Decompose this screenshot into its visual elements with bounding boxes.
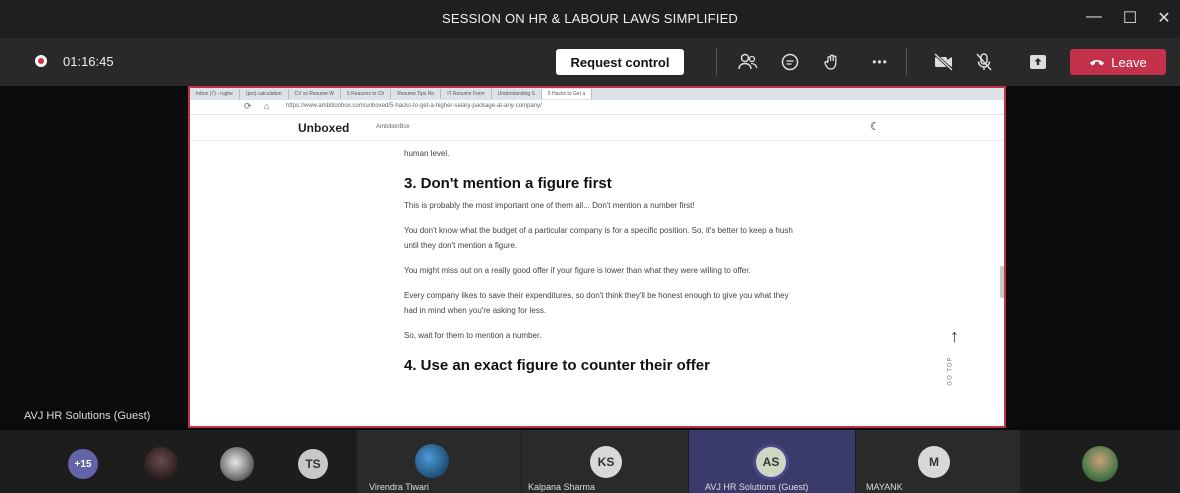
close-button[interactable]: ✕ [1152, 8, 1176, 28]
call-toolbar: 01:16:45 Request control ••• Leave [0, 38, 1180, 86]
request-control-button[interactable]: Request control [556, 49, 684, 75]
participant-tile[interactable]: Virendra Tiwari [357, 430, 521, 493]
article-body: human level. 3. Don't mention a figure f… [404, 140, 794, 374]
avatar: TS [298, 449, 328, 479]
presenter-name: AVJ HR Solutions (Guest) [24, 410, 151, 422]
browser-tab: CV vs Resume W [289, 89, 341, 99]
browser-tab: (pro) calculation [240, 89, 289, 99]
go-top-label: GO TOP [947, 356, 954, 386]
go-top-widget: ↑ GO TOP [940, 326, 970, 392]
participant-tile-speaking[interactable]: AS AVJ HR Solutions (Guest) [689, 430, 855, 493]
browser-tab: Resume Tips Ro [391, 89, 442, 99]
raise-hand-icon[interactable] [820, 51, 844, 73]
browser-tab-active: 5 Hacks to Get a [541, 89, 593, 99]
arrow-up-icon: ↑ [950, 326, 959, 346]
participant-tile[interactable]: TS [294, 430, 350, 493]
toolbar-divider [906, 48, 907, 76]
leave-label: Leave [1111, 54, 1147, 70]
article-heading: 3. Don't mention a figure first [404, 175, 612, 192]
participant-name: AVJ HR Solutions (Guest) [705, 482, 809, 492]
avatar [144, 447, 178, 481]
people-icon[interactable] [736, 51, 760, 73]
browser-tab: 5 Reasons to Ch [341, 89, 392, 99]
leave-button[interactable]: Leave [1070, 49, 1166, 75]
article-paragraph: You don't know what the budget of a part… [404, 226, 793, 250]
article-paragraph: This is probably the most important one … [404, 201, 695, 210]
more-icon[interactable]: ••• [868, 51, 892, 73]
avatar: AS [753, 444, 789, 480]
site-logo: Unboxed [298, 121, 350, 135]
browser-url-bar: ⟳ ⌂ https://www.ambitionbox.com/unboxed/… [190, 100, 1004, 115]
participant-tile[interactable] [214, 430, 270, 493]
more-participants-count: +15 [68, 449, 98, 479]
recording-icon [35, 55, 47, 67]
avatar [415, 444, 449, 478]
article-paragraph: So, wait for them to mention a number. [404, 331, 542, 340]
participant-name: Virendra Tiwari [369, 482, 429, 492]
mic-off-icon[interactable] [972, 51, 996, 73]
title-bar: SESSION ON HR & LABOUR LAWS SIMPLIFIED —… [0, 0, 1180, 38]
dark-mode-icon: ☾ [870, 121, 880, 133]
scrollbar-thumb [1000, 266, 1004, 298]
participant-name: Kalpana Sharma [528, 482, 596, 492]
article-paragraph: You might miss out on a really good offe… [404, 266, 751, 275]
browser-url: https://www.ambitionbox.com/unboxed/5-ha… [286, 103, 542, 109]
camera-off-icon[interactable] [932, 51, 956, 73]
call-timer: 01:16:45 [63, 54, 114, 69]
avatar: KS [590, 446, 622, 478]
participant-name: MAYANK [866, 482, 903, 492]
article-heading: 4. Use an exact figure to counter their … [404, 357, 710, 374]
avatar [220, 447, 254, 481]
site-logo-sub: AmbitionBox [376, 124, 410, 130]
site-header: Unboxed AmbitionBox ☾ [190, 114, 1004, 141]
participant-tile[interactable] [138, 430, 188, 493]
toolbar-divider [716, 48, 717, 76]
shared-screen: Inbox (7) - rughe (pro) calculation CV v… [188, 86, 1006, 428]
chat-icon[interactable] [778, 51, 802, 73]
share-icon[interactable] [1026, 51, 1050, 73]
meeting-stage: AVJ HR Solutions (Guest) Inbox (7) - rug… [0, 86, 1180, 430]
participant-tile[interactable]: M MAYANK [856, 430, 1020, 493]
phone-icon [1089, 57, 1105, 67]
participant-tile[interactable]: KS Kalpana Sharma [522, 430, 688, 493]
home-icon: ⌂ [264, 101, 270, 111]
avatar: M [918, 446, 950, 478]
minimize-button[interactable]: — [1082, 8, 1106, 26]
article-paragraph: Every company likes to save their expend… [404, 291, 789, 315]
participant-tile[interactable] [1080, 430, 1130, 493]
browser-tab: Inbox (7) - rughe [190, 89, 240, 99]
window-title: SESSION ON HR & LABOUR LAWS SIMPLIFIED [441, 11, 739, 26]
reload-icon: ⟳ [244, 101, 252, 111]
article-paragraph: human level. [404, 149, 450, 158]
browser-tab-strip: Inbox (7) - rughe (pro) calculation CV v… [190, 88, 1004, 100]
more-participants-tile[interactable]: +15 [60, 430, 116, 493]
browser-tab: Understanding S [492, 89, 542, 99]
browser-tab: IT Resume Form [441, 89, 492, 99]
avatar [1082, 446, 1118, 482]
maximize-button[interactable]: ☐ [1118, 8, 1142, 28]
participant-strip: +15 TS Virendra Tiwari KS Kalpana Sharma… [0, 430, 1180, 493]
